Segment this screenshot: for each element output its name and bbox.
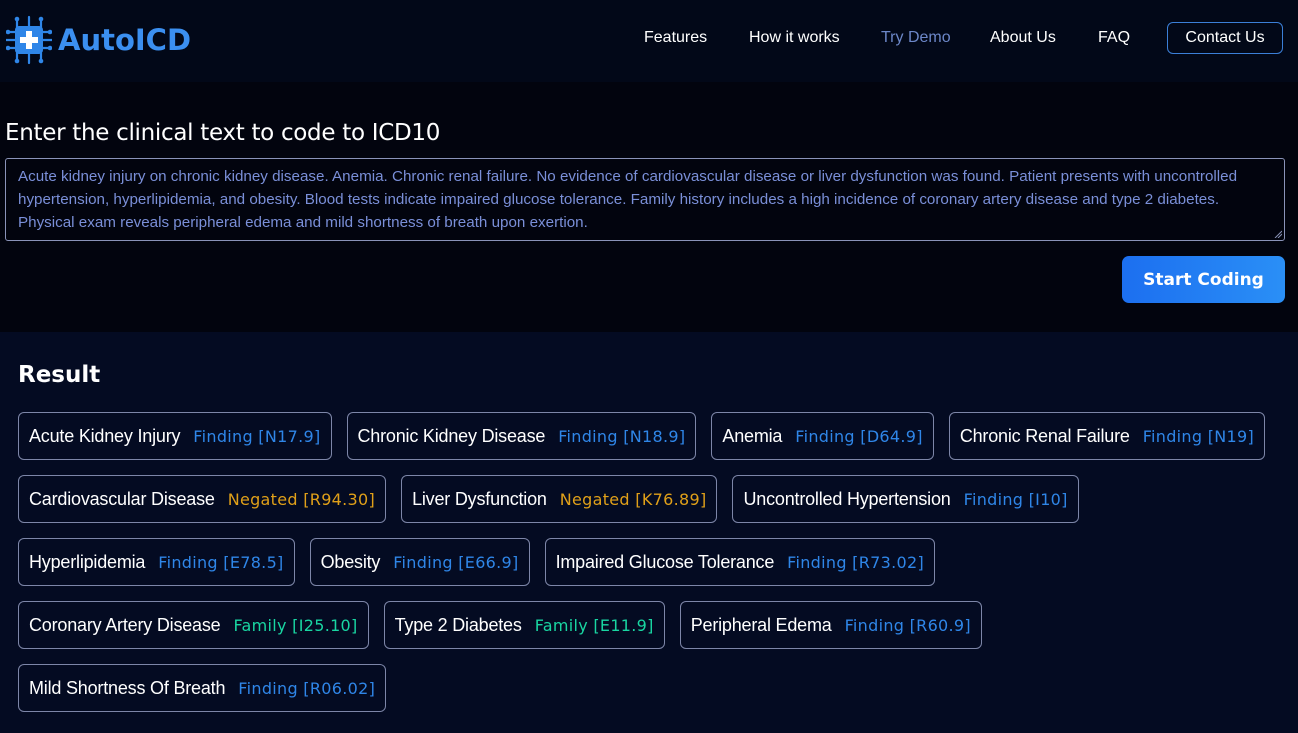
chip-condition-name: Obesity (320, 551, 381, 572)
clinical-text-value: Acute kidney injury on chronic kidney di… (18, 168, 1238, 231)
icd-code-chip[interactable]: Coronary Artery Disease Family [I25.10] (18, 601, 369, 649)
chip-row: Hyperlipidemia Finding [E78.5] Obesity Find… (18, 538, 1288, 586)
icd-code-chip[interactable]: Cardiovascular Disease Negated [R94.30] (18, 475, 387, 523)
chip-condition-name: Anemia (722, 425, 783, 446)
chip-status-code: Negated [R94.30] (227, 489, 376, 509)
chip-condition-name: Chronic Renal Failure (959, 425, 1130, 446)
chip-condition-name: Cardiovascular Disease (29, 488, 215, 509)
chip-status-label: Finding (963, 489, 1024, 509)
chip-status-code: Finding [N18.9] (558, 426, 686, 446)
icd-code-chip[interactable]: Acute Kidney Injury Finding [N17.9] (18, 412, 332, 460)
top-navbar: AutoICD Features How it works Try Demo A… (0, 0, 1298, 82)
chip-status-label: Negated (559, 489, 630, 509)
icd-code-chip[interactable]: Chronic Kidney Disease Finding [N18.9] (346, 412, 697, 460)
logo[interactable]: AutoICD (6, 15, 191, 65)
icd-code-chip[interactable]: Uncontrolled Hypertension Finding [I10] (732, 475, 1079, 523)
chip-status-label: Finding (1142, 426, 1203, 446)
chip-condition-name: Acute Kidney Injury (29, 425, 181, 446)
chip-status-label: Finding (193, 426, 253, 446)
chip-status-label: Finding (158, 552, 218, 572)
icd-code-chip[interactable]: Type 2 Diabetes Family [E11.9] (383, 601, 665, 649)
chip-icd-code: R60.9 (916, 615, 965, 635)
contact-us-button[interactable]: Contact Us (1167, 22, 1283, 54)
chip-icd-code: I10 (1035, 489, 1062, 509)
chip-row: Mild Shortness Of Breath Finding [R06.02] (18, 664, 1288, 712)
chip-status-label: Finding (844, 615, 905, 635)
logo-text: AutoICD (58, 23, 192, 57)
chip-condition-name: Type 2 Diabetes (394, 614, 522, 635)
chip-status-code: Finding [R60.9] (844, 615, 971, 635)
icd-code-chip[interactable]: Hyperlipidemia Finding [E78.5] (18, 538, 295, 586)
chip-condition-name: Peripheral Edema (690, 614, 832, 635)
nav-features[interactable]: Features (644, 29, 707, 47)
icd-code-chip[interactable]: Liver Dysfunction Negated [K76.89] (401, 475, 718, 523)
input-section: Enter the clinical text to code to ICD10… (0, 82, 1298, 332)
chip-status-code: Finding [N17.9] (193, 426, 321, 446)
chip-status-code: Family [I25.10] (233, 615, 358, 635)
chip-condition-name: Chronic Kidney Disease (357, 425, 546, 446)
chip-condition-name: Mild Shortness Of Breath (29, 677, 226, 698)
icd-code-chip[interactable]: Anemia Finding [D64.9] (711, 412, 934, 460)
chip-status-label: Finding (238, 678, 298, 698)
clinical-text-input[interactable]: Acute kidney injury on chronic kidney di… (5, 158, 1285, 241)
chip-condition-name: Liver Dysfunction (412, 488, 547, 509)
result-section: Result Acute Kidney Injury Finding [N17.9… (0, 332, 1298, 733)
nav-about-us[interactable]: About Us (990, 29, 1056, 47)
icd-code-chip[interactable]: Impaired Glucose Tolerance Finding [R73.0… (544, 538, 935, 586)
chip-condition-name: Impaired Glucose Tolerance (555, 551, 775, 572)
result-title: Result (18, 362, 101, 388)
chip-status-label: Finding (795, 426, 855, 446)
chip-status-label: Finding (393, 552, 453, 572)
chip-icd-code: N18.9 (629, 426, 679, 446)
chip-status-label: Family (534, 615, 588, 635)
chip-status-code: Family [E11.9] (534, 615, 654, 635)
chip-status-code: Finding [E78.5] (158, 552, 284, 572)
chip-icd-code: N19 (1214, 426, 1248, 446)
chip-row: Cardiovascular Disease Negated [R94.30] Li… (18, 475, 1288, 523)
chip-icd-code: R06.02 (309, 678, 369, 698)
chip-status-label: Finding (787, 552, 847, 572)
chip-status-label: Negated (227, 489, 298, 509)
chip-status-code: Finding [I10] (963, 489, 1068, 509)
chip-condition-name: Coronary Artery Disease (29, 614, 221, 635)
chip-row: Coronary Artery Disease Family [I25.10] Ty… (18, 601, 1288, 649)
chip-status-label: Family (233, 615, 287, 635)
chip-icd-code: I25.10 (298, 615, 352, 635)
chip-icd-code: E66.9 (464, 552, 513, 572)
chip-icd-code: R73.02 (858, 552, 918, 572)
chip-status-code: Finding [D64.9] (795, 426, 923, 446)
chip-status-code: Finding [E66.9] (393, 552, 519, 572)
resize-handle-icon[interactable] (1274, 230, 1282, 238)
icd-code-chip[interactable]: Mild Shortness Of Breath Finding [R06.02] (18, 664, 387, 712)
chip-icd-code: E11.9 (599, 615, 648, 635)
chip-status-code: Negated [K76.89] (559, 489, 707, 509)
nav-faq[interactable]: FAQ (1098, 29, 1130, 47)
start-coding-button[interactable]: Start Coding (1122, 256, 1285, 303)
chip-row: Acute Kidney Injury Finding [N17.9] Chroni… (18, 412, 1288, 460)
icd-code-chip[interactable]: Chronic Renal Failure Finding [N19] (948, 412, 1266, 460)
chip-icd-code: R94.30 (309, 489, 369, 509)
nav-how-it-works[interactable]: How it works (749, 29, 840, 47)
chip-status-code: Finding [R73.02] (787, 552, 924, 572)
chip-icd-code: E78.5 (229, 552, 278, 572)
chip-condition-name: Hyperlipidemia (29, 551, 146, 572)
chip-status-code: Finding [R06.02] (238, 678, 376, 698)
nav-try-demo[interactable]: Try Demo (881, 29, 951, 47)
chip-icd-code: D64.9 (866, 426, 917, 446)
chip-condition-name: Uncontrolled Hypertension (743, 488, 951, 509)
icd-code-chip[interactable]: Peripheral Edema Finding [R60.9] (679, 601, 982, 649)
chip-cross-logo-icon (6, 15, 52, 65)
chip-status-label: Finding (558, 426, 618, 446)
chip-icd-code: N17.9 (264, 426, 314, 446)
icd-code-chip[interactable]: Obesity Finding [E66.9] (309, 538, 530, 586)
result-chips: Acute Kidney Injury Finding [N17.9] Chroni… (18, 412, 1288, 727)
chip-icd-code: K76.89 (641, 489, 700, 509)
chip-status-code: Finding [N19] (1142, 426, 1255, 446)
input-title: Enter the clinical text to code to ICD10 (5, 120, 441, 146)
